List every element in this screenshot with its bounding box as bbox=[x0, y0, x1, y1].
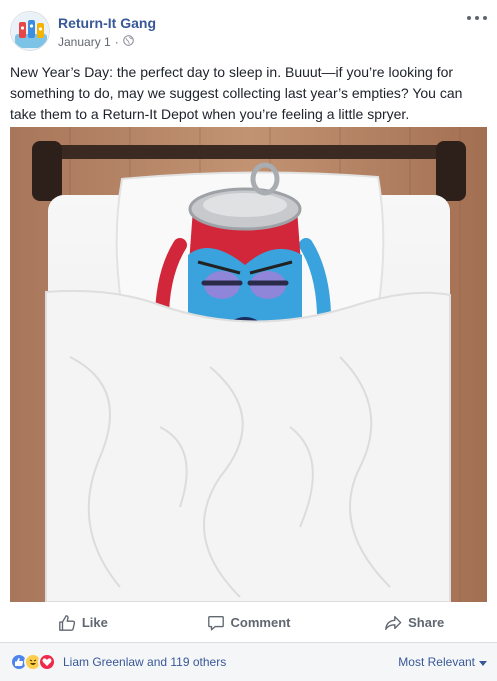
more-options-icon[interactable] bbox=[467, 12, 487, 24]
thumbs-up-icon bbox=[58, 614, 76, 632]
comment-label: Comment bbox=[230, 615, 291, 630]
sort-label: Most Relevant bbox=[398, 655, 475, 669]
post-image[interactable] bbox=[10, 127, 487, 602]
post-timestamp[interactable]: January 1 bbox=[58, 35, 111, 49]
share-button[interactable]: Share bbox=[331, 603, 497, 642]
speech-bubble-icon bbox=[207, 614, 225, 632]
like-button[interactable]: Like bbox=[0, 603, 166, 642]
page-logo bbox=[11, 12, 49, 50]
reaction-icons[interactable] bbox=[10, 653, 56, 671]
caret-down-icon bbox=[479, 655, 487, 669]
post-actions-bar: Like Comment Share bbox=[0, 603, 497, 643]
page-avatar[interactable] bbox=[10, 11, 50, 51]
share-arrow-icon bbox=[384, 614, 402, 632]
reactions-summary-bar: Liam Greenlaw and 119 others Most Releva… bbox=[0, 643, 497, 681]
love-reaction-icon bbox=[38, 653, 56, 671]
share-label: Share bbox=[408, 615, 445, 630]
page-name-link[interactable]: Return-It Gang bbox=[58, 15, 156, 31]
meta-separator: · bbox=[114, 35, 119, 49]
reactions-summary-link[interactable]: Liam Greenlaw and 119 others bbox=[63, 655, 226, 669]
post-header: Return-It Gang January 1 · bbox=[0, 0, 497, 56]
like-label: Like bbox=[81, 615, 108, 630]
comment-button[interactable]: Comment bbox=[166, 603, 332, 642]
post-meta: January 1 · bbox=[58, 35, 134, 49]
globe-icon bbox=[122, 35, 134, 49]
comment-sort-dropdown[interactable]: Most Relevant bbox=[398, 655, 487, 669]
post-text: New Year’s Day: the perfect day to sleep… bbox=[10, 64, 463, 122]
